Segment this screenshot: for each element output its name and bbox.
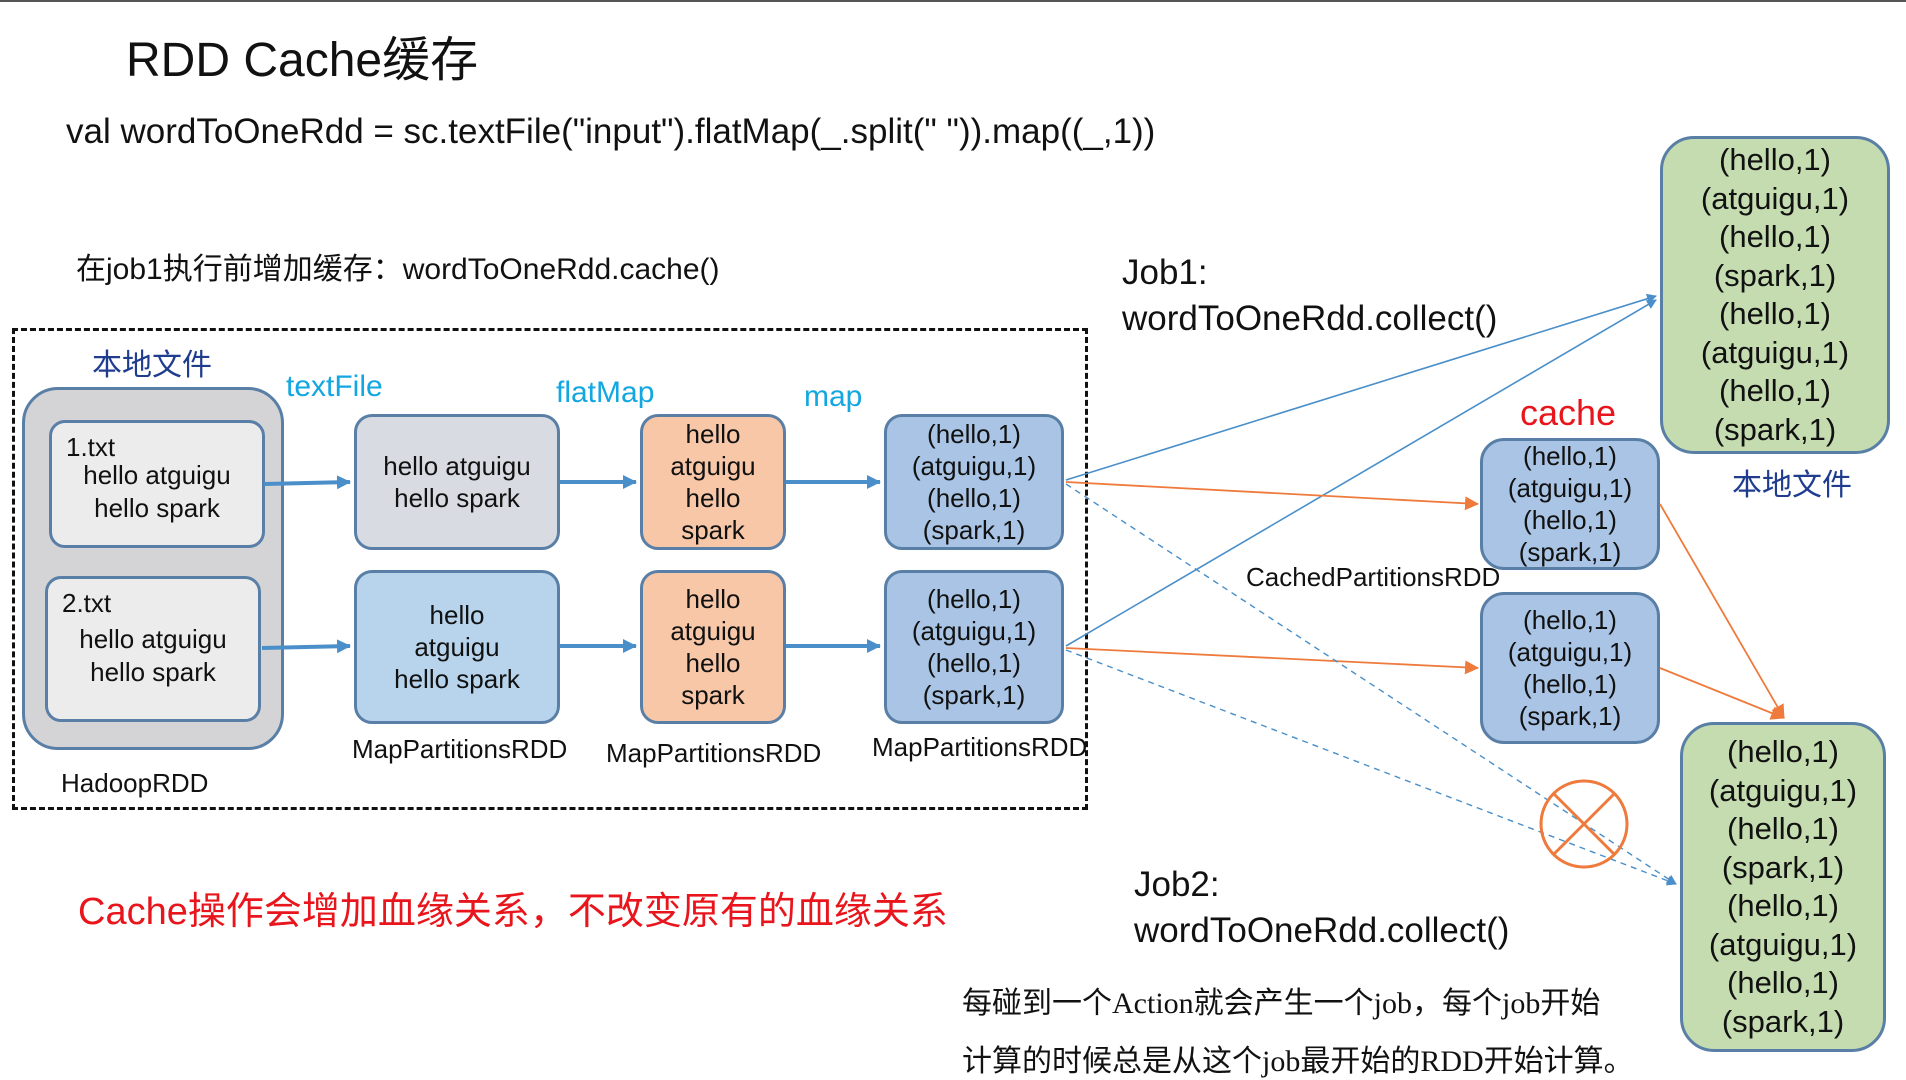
arrow-job2-dashed-2 [1065, 649, 1677, 886]
arrow-layer [261, 293, 1785, 886]
arrow-job1-partition-2 [1065, 299, 1657, 647]
arrow-cache-partition-2 [1065, 647, 1479, 675]
arrow-hadoop-to-textfile-1 [263, 475, 351, 490]
arrow-hadoop-to-textfile-2 [261, 639, 351, 654]
arrow-job1-partition-1 [1065, 293, 1657, 481]
circle-x-icon [1539, 779, 1629, 869]
arrow-cached-to-job2-2 [1659, 667, 1785, 720]
arrow-cached-to-job2-1 [1659, 503, 1785, 719]
arrow-cache-partition-1 [1065, 481, 1479, 511]
